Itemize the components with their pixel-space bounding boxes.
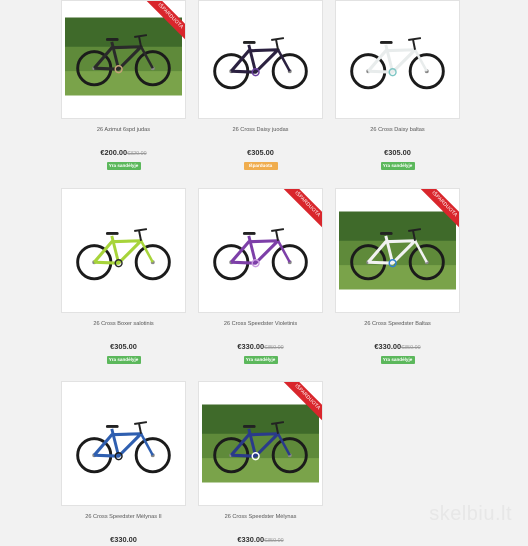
product-card[interactable]: IŠPARDUOTA xyxy=(198,381,323,506)
product-price: €305.00 xyxy=(335,148,460,157)
product-card[interactable] xyxy=(61,381,186,506)
product-card[interactable]: IŠPARDUOTA xyxy=(198,188,323,313)
product-price: €200.00€320.00 xyxy=(61,148,186,157)
current-price: €330.00 xyxy=(237,535,265,544)
current-price: €305.00 xyxy=(110,342,137,351)
product-image[interactable] xyxy=(202,9,319,110)
product-price: €305.00 xyxy=(61,342,186,351)
product-image[interactable] xyxy=(65,17,182,96)
product-image[interactable] xyxy=(339,9,456,110)
product-name[interactable]: 26 Cross Speedster Mėlynas II xyxy=(61,514,186,520)
stock-badge: Yra sandėlyje xyxy=(106,162,141,170)
product-card[interactable] xyxy=(198,0,323,119)
product-name[interactable]: 26 Cross Speedster Mėlynas xyxy=(198,514,323,520)
product-name[interactable]: 26 Cross Speedster Baltas xyxy=(335,321,460,327)
stock-badge: Yra sandėlyje xyxy=(380,162,415,170)
product-price: €330.00€350.00 xyxy=(335,342,460,351)
product-name[interactable]: 26 Cross Daisy juodas xyxy=(198,127,323,133)
product-price: €330.00€350.00 xyxy=(198,342,323,351)
stock-badge: Yra sandėlyje xyxy=(380,356,415,364)
product-price: €330.00 xyxy=(61,535,186,544)
stock-badge: Išparduota xyxy=(243,162,278,170)
stock-badge: Yra sandėlyje xyxy=(243,356,278,364)
product-name[interactable]: 26 Cross Boxer salotinis xyxy=(61,321,186,327)
product-name[interactable]: 26 Azimut 6spd judas xyxy=(61,127,186,133)
current-price: €330.00 xyxy=(237,342,265,351)
product-name[interactable]: 26 Cross Speedster Violetinis xyxy=(198,321,323,327)
product-image[interactable] xyxy=(339,211,456,290)
product-price: €330.00€350.00 xyxy=(198,535,323,544)
current-price: €305.00 xyxy=(247,148,274,157)
old-price: €320.00 xyxy=(127,151,147,157)
product-price: €305.00 xyxy=(198,148,323,157)
product-card[interactable]: IŠPARDUOTA xyxy=(335,188,460,313)
product-image[interactable] xyxy=(65,390,182,497)
product-card[interactable] xyxy=(61,188,186,313)
current-price: €330.00 xyxy=(374,342,402,351)
product-image[interactable] xyxy=(202,404,319,483)
old-price: €350.00 xyxy=(264,345,284,351)
current-price: €305.00 xyxy=(384,148,411,157)
watermark: skelbiu.lt xyxy=(429,503,512,525)
product-card[interactable]: IŠPARDUOTA xyxy=(61,0,186,119)
product-image[interactable] xyxy=(65,197,182,304)
product-name[interactable]: 26 Cross Daisy baltas xyxy=(335,127,460,133)
old-price: €350.00 xyxy=(401,345,421,351)
stock-badge: Yra sandėlyje xyxy=(106,356,141,364)
current-price: €200.00 xyxy=(100,148,128,157)
current-price: €330.00 xyxy=(110,535,137,544)
old-price: €350.00 xyxy=(264,538,284,544)
product-card[interactable] xyxy=(335,0,460,119)
product-image[interactable] xyxy=(202,197,319,304)
